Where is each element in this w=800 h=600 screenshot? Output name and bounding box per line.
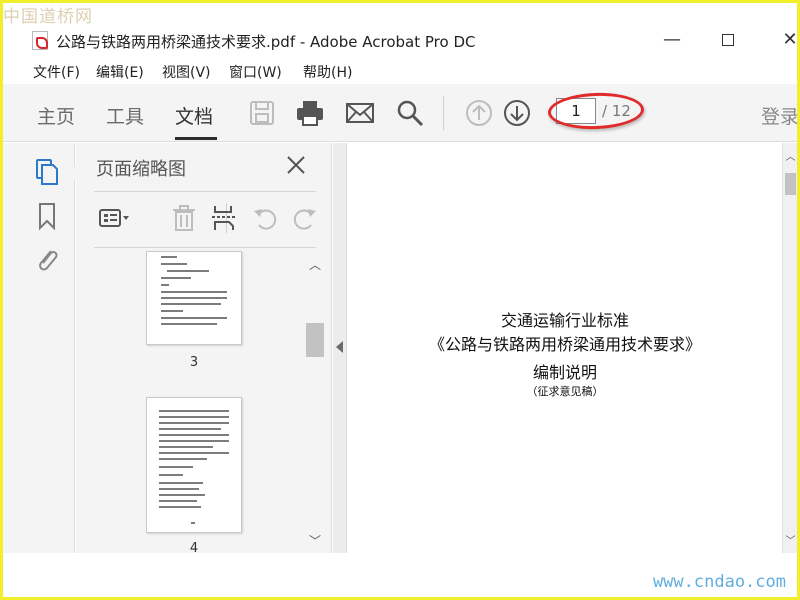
- watermark-top-left: 中国道桥网: [3, 7, 93, 27]
- thumbnail-label: 3: [189, 355, 199, 370]
- panel-divider: [94, 247, 316, 248]
- scrollbar-track[interactable]: [306, 251, 324, 553]
- document-view: 交通运输行业标准 《公路与铁路两用桥梁通用技术要求》 编制说明 （征求意见稿）: [348, 143, 782, 553]
- scroll-up-icon[interactable]: ︿: [307, 257, 323, 273]
- navigation-rail: [3, 143, 76, 553]
- options-icon[interactable]: [98, 203, 130, 233]
- doc-scroll-up-icon[interactable]: ︿: [784, 151, 797, 165]
- rail-active-pointer: [67, 165, 76, 181]
- watermark-bottom-right: www.cndao.com: [652, 572, 786, 592]
- scrollbar-thumb[interactable]: [306, 323, 324, 357]
- rotate-left-icon[interactable]: [250, 203, 282, 233]
- panel-close-icon[interactable]: [282, 151, 310, 179]
- minimize-button[interactable]: —: [659, 28, 685, 52]
- active-tab-indicator: [175, 137, 217, 140]
- tab-document[interactable]: 文档: [175, 102, 213, 129]
- toolbar-separator: [443, 96, 444, 130]
- bookmark-icon[interactable]: [33, 201, 61, 231]
- page-down-icon[interactable]: [502, 98, 532, 128]
- menu-view[interactable]: 视图(V): [162, 62, 211, 82]
- doc-heading-standard: 交通运输行业标准: [500, 311, 629, 330]
- menu-bar: 文件(F) 编辑(E) 视图(V) 窗口(W) 帮助(H): [3, 60, 797, 82]
- thumbnail-label: 4: [189, 541, 199, 553]
- page-thumbnails-icon[interactable]: [33, 157, 61, 187]
- thumbnail-page-3[interactable]: [146, 251, 242, 345]
- document-scrollbar[interactable]: ︿ ﹀: [782, 143, 797, 553]
- doc-subheading-draft: （征求意见稿）: [526, 385, 604, 398]
- menu-window[interactable]: 窗口(W): [229, 62, 282, 82]
- page-thumbnails-panel: 页面缩略图 3 4 ︿ ﹀: [76, 143, 332, 553]
- page-up-icon[interactable]: [464, 98, 494, 128]
- tab-home[interactable]: 主页: [37, 102, 75, 129]
- doc-scroll-down-icon[interactable]: ﹀: [784, 535, 797, 549]
- maximize-button[interactable]: [715, 28, 741, 52]
- close-window-button[interactable]: ✕: [777, 28, 800, 52]
- thumbnail-page-4[interactable]: [146, 397, 242, 533]
- print-icon[interactable]: [295, 98, 325, 128]
- title-bar: 公路与铁路两用桥梁通技术要求.pdf - Adobe Acrobat Pro D…: [3, 22, 800, 58]
- menu-help[interactable]: 帮助(H): [303, 62, 352, 82]
- thumbnail-scrollbar[interactable]: ︿ ﹀: [302, 251, 326, 553]
- doc-heading-title: 《公路与铁路两用桥梁通用技术要求》: [428, 335, 701, 354]
- attachment-icon[interactable]: [33, 245, 61, 275]
- scroll-down-icon[interactable]: ﹀: [307, 533, 323, 549]
- window-title: 公路与铁路两用桥梁通技术要求.pdf - Adobe Acrobat Pro D…: [56, 33, 476, 51]
- search-icon[interactable]: [395, 98, 425, 128]
- main-toolbar: 主页 工具 文档 1 / 12 登录: [3, 84, 799, 142]
- doc-heading-explanation: 编制说明: [532, 363, 597, 382]
- maximize-icon: [722, 34, 734, 46]
- thumbnail-list: 3 4: [92, 251, 304, 553]
- panel-divider: [94, 191, 316, 192]
- login-button[interactable]: 登录: [761, 102, 799, 129]
- collapse-panel-icon[interactable]: [336, 341, 343, 353]
- doc-scrollbar-thumb[interactable]: [785, 173, 796, 195]
- menu-edit[interactable]: 编辑(E): [96, 62, 144, 82]
- panel-splitter[interactable]: [333, 143, 347, 553]
- tab-tools[interactable]: 工具: [106, 102, 144, 129]
- menu-file[interactable]: 文件(F): [33, 62, 80, 82]
- insert-page-icon[interactable]: [208, 203, 240, 233]
- delete-icon[interactable]: [168, 203, 200, 233]
- email-icon[interactable]: [345, 98, 375, 128]
- save-icon[interactable]: [247, 98, 277, 128]
- panel-title: 页面缩略图: [96, 159, 186, 180]
- pdf-file-icon: [32, 31, 48, 50]
- rotate-right-icon[interactable]: [288, 203, 320, 233]
